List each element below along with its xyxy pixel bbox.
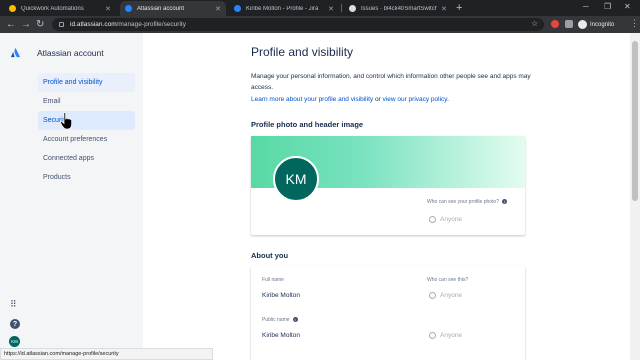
who-can-see-label: Who can see this? [427, 277, 469, 283]
public-name-field[interactable]: Kiribe Molton [262, 332, 300, 339]
browser-tab-github[interactable]: Issues · bl4ck4t/SmartSwitches ✕ [344, 1, 452, 16]
who-can-see-label: Who can see your profile photo? [427, 199, 499, 205]
globe-icon [429, 216, 436, 223]
new-tab-icon[interactable]: + [456, 2, 462, 14]
browser-menu-icon[interactable]: ⋮ [630, 18, 639, 29]
atlassian-logo-icon [10, 47, 21, 58]
learn-more-link[interactable]: Learn more about your profile and visibi… [251, 96, 373, 103]
url-host: id.atlassian.com [70, 21, 117, 28]
incognito-icon [578, 20, 587, 29]
close-window-icon[interactable]: ✕ [624, 2, 631, 11]
quickwork-favicon-icon [9, 5, 16, 12]
sidebar: Atlassian account Profile and visibility… [0, 33, 143, 360]
incognito-label: Incognito [590, 21, 615, 28]
github-favicon-icon [349, 5, 356, 12]
brand-name: Atlassian account [37, 47, 104, 58]
globe-icon [429, 292, 436, 299]
close-tab-icon[interactable]: ✕ [215, 5, 221, 13]
help-icon[interactable]: ? [10, 319, 20, 329]
photo-visibility-select[interactable]: Anyone [429, 216, 462, 223]
full-name-field[interactable]: Kiribe Molton [262, 292, 300, 299]
close-tab-icon[interactable]: ✕ [441, 5, 447, 13]
extensions-puzzle-icon[interactable] [565, 20, 573, 28]
profile-photo-card: KM Who can see your profile photo? i Anyo… [251, 136, 525, 235]
photo-visibility-question: Who can see your profile photo? i [427, 199, 507, 205]
public-name-label: Public name [262, 317, 290, 323]
public-name-visibility-select[interactable]: Anyone [429, 332, 462, 339]
browser-tab-atlassian[interactable]: Atlassian account ✕ [120, 1, 226, 16]
browser-tab-strip: Quickwork Automations ✕ Atlassian accoun… [0, 0, 640, 16]
scrollbar-thumb[interactable] [632, 41, 638, 201]
avatar[interactable]: KM [9, 336, 20, 347]
photo-section-title: Profile photo and header image [251, 120, 364, 129]
sidebar-item-account-preferences[interactable]: Account preferences [38, 130, 135, 149]
address-bar[interactable]: id.atlassian.com /manage-profile/securit… [52, 18, 544, 31]
profile-photo[interactable]: KM [273, 156, 319, 202]
tab-title: Atlassian account [137, 5, 185, 12]
page-title: Profile and visibility [251, 45, 354, 59]
info-icon[interactable]: i [502, 199, 507, 205]
restore-icon[interactable]: ❐ [604, 2, 611, 11]
browser-tab-jira[interactable]: Kiribe Molton - Profile - Jira ✕ [229, 1, 339, 16]
page-description: Manage your personal information, and co… [251, 73, 531, 91]
bookmark-star-icon[interactable]: ☆ [531, 19, 538, 28]
lock-icon [59, 22, 64, 27]
hand-cursor-icon [60, 112, 72, 130]
visibility-value: Anyone [440, 216, 463, 223]
reload-icon[interactable]: ↻ [36, 18, 44, 31]
page-scrollbar[interactable] [630, 33, 640, 360]
url-path: /manage-profile/security [116, 21, 186, 28]
full-name-visibility-select[interactable]: Anyone [429, 292, 462, 299]
sidebar-item-connected-apps[interactable]: Connected apps [38, 149, 135, 168]
visibility-value: Anyone [440, 332, 463, 339]
public-name-label-row: Public name i [262, 317, 298, 323]
browser-tab-quickwork[interactable]: Quickwork Automations ✕ [4, 1, 116, 16]
back-icon[interactable]: ← [6, 18, 16, 31]
extension-icon[interactable] [551, 20, 559, 28]
tab-title: Issues · bl4ck4t/SmartSwitches [361, 5, 438, 12]
atlassian-favicon-icon [125, 5, 132, 12]
full-name-label: Full name [262, 277, 284, 283]
close-tab-icon[interactable]: ✕ [105, 5, 111, 13]
or-text: or [374, 96, 381, 103]
globe-icon [429, 332, 436, 339]
minimize-icon[interactable]: ─ [583, 2, 589, 11]
sidebar-item-security[interactable]: Security [38, 111, 135, 130]
info-icon[interactable]: i [292, 317, 298, 323]
sidebar-item-email[interactable]: Email [38, 92, 135, 111]
sidebar-nav: Profile and visibility Email Security Ac… [38, 73, 135, 187]
forward-icon[interactable]: → [21, 18, 31, 31]
app-switcher-icon[interactable]: ⠿ [10, 299, 17, 310]
sidebar-item-products[interactable]: Products [38, 168, 135, 187]
tab-separator [341, 4, 342, 12]
tab-title: Kiribe Molton - Profile - Jira [246, 5, 319, 12]
visibility-value: Anyone [440, 292, 463, 299]
close-tab-icon[interactable]: ✕ [328, 5, 334, 13]
brand[interactable]: Atlassian account [10, 47, 104, 58]
tab-title: Quickwork Automations [21, 5, 84, 12]
main-content: Profile and visibility Manage your perso… [143, 33, 630, 360]
privacy-policy-link[interactable]: view our privacy policy [383, 96, 448, 103]
sidebar-item-profile[interactable]: Profile and visibility [38, 73, 135, 92]
browser-toolbar: ← → ↻ id.atlassian.com /manage-profile/s… [0, 16, 640, 33]
about-you-card: Full name Who can see this? Kiribe Molto… [251, 266, 525, 360]
link-status-bar: https://id.atlassian.com/manage-profile/… [0, 348, 213, 360]
about-section-title: About you [251, 251, 289, 260]
info-links: Learn more about your profile and visibi… [251, 96, 449, 103]
jira-favicon-icon [234, 5, 241, 12]
incognito-badge[interactable]: Incognito [578, 18, 614, 31]
